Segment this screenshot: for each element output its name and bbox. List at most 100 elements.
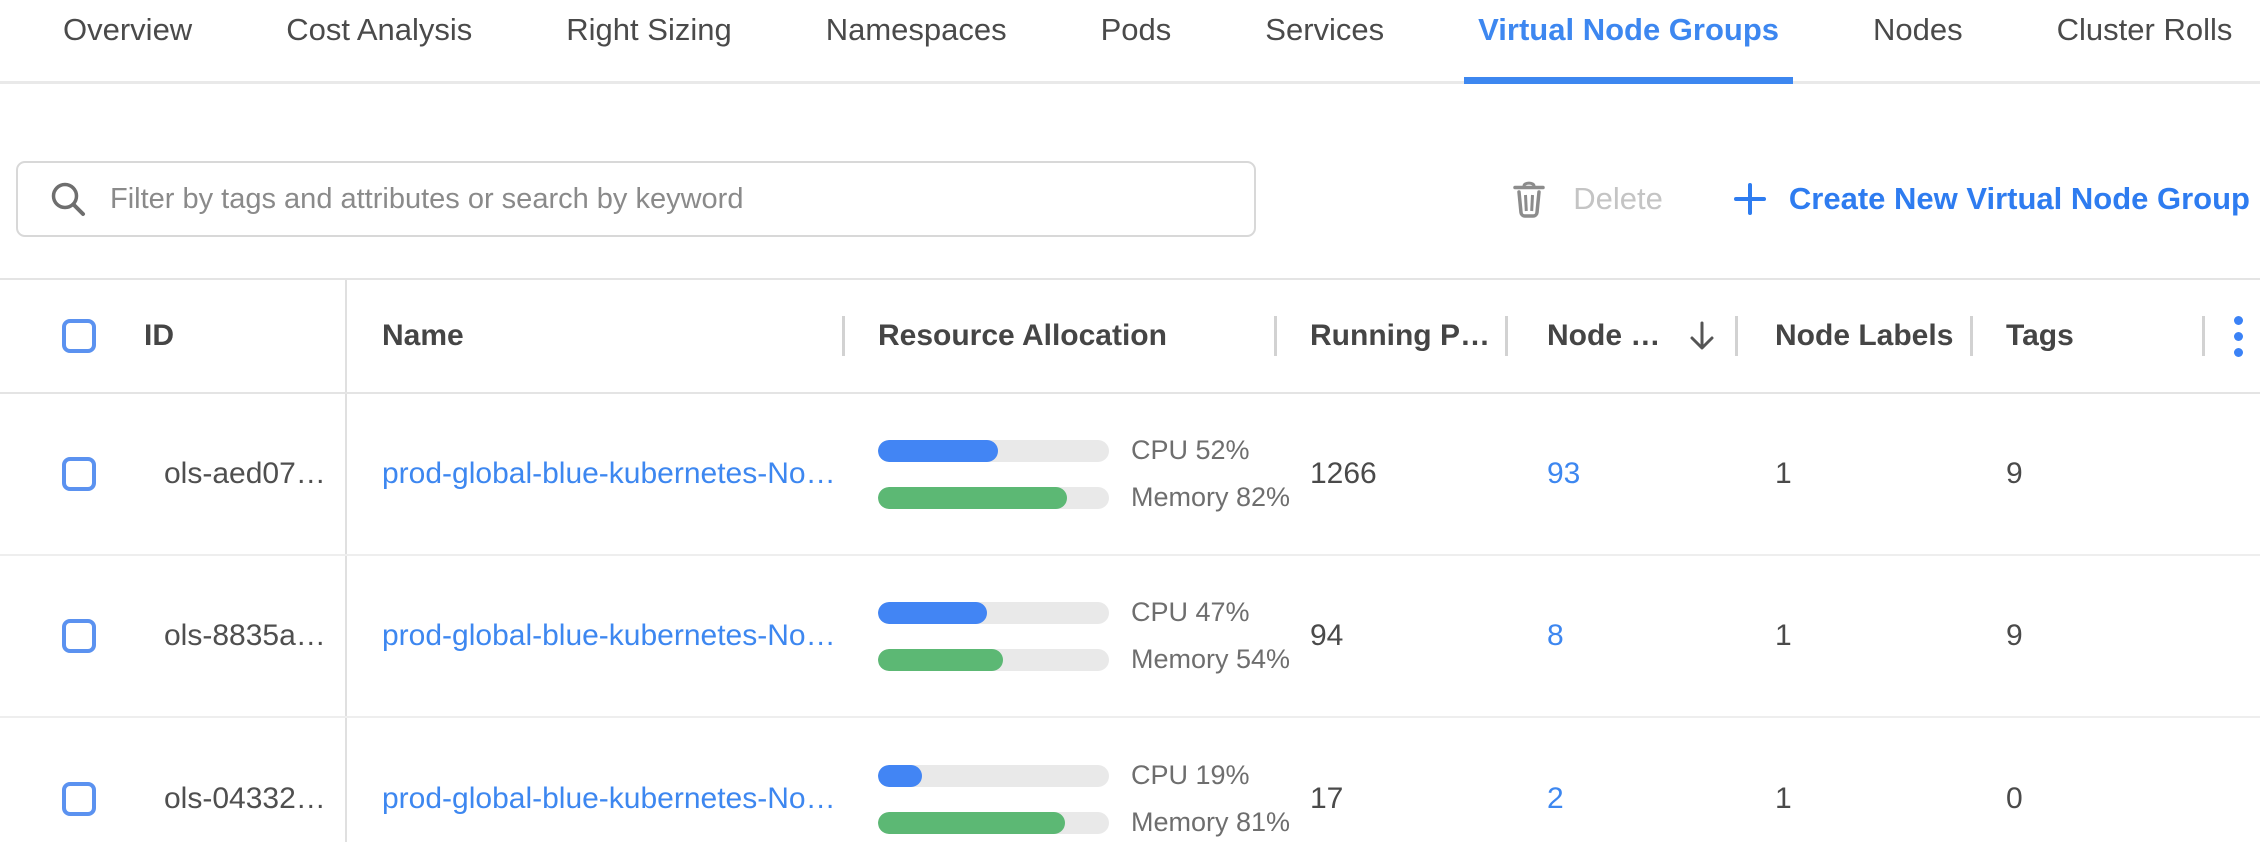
node-group-name-link[interactable]: prod-global-blue-kubernetes-No… <box>382 457 836 491</box>
memory-bar <box>878 812 1109 834</box>
tab-services[interactable]: Services <box>1251 0 1398 81</box>
delete-button[interactable]: Delete <box>1511 179 1663 219</box>
row-name-cell: prod-global-blue-kubernetes-No… <box>347 556 842 716</box>
cpu-label: CPU 47% <box>1131 597 1250 628</box>
filter-search-box[interactable] <box>16 161 1256 237</box>
row-resource-allocation-cell: CPU 19% Memory 81% <box>842 718 1274 842</box>
memory-bar <box>878 487 1109 509</box>
row-nodes-cell: 2 <box>1505 718 1735 842</box>
tags-value: 9 <box>2006 619 2023 653</box>
node-labels-value: 1 <box>1775 782 1792 816</box>
sort-descending-arrow-icon[interactable] <box>1688 320 1716 352</box>
node-group-name-link[interactable]: prod-global-blue-kubernetes-No… <box>382 782 836 816</box>
header-node-labels-label: Node Labels <box>1775 319 1953 353</box>
row-id-value: ols-8835a… <box>164 619 326 653</box>
row-resource-allocation-cell: CPU 52% Memory 82% <box>842 394 1274 554</box>
row-running-pods-cell: 94 <box>1274 556 1505 716</box>
cpu-bar <box>878 440 1109 462</box>
nodes-count-link[interactable]: 2 <box>1547 782 1564 816</box>
filter-search-input[interactable] <box>110 183 1230 216</box>
row-running-pods-cell: 1266 <box>1274 394 1505 554</box>
create-button-label: Create New Virtual Node Group <box>1789 181 2250 217</box>
header-tags-label: Tags <box>2006 319 2074 353</box>
tab-nodes[interactable]: Nodes <box>1859 0 1977 81</box>
toolbar-actions: Delete Create New Virtual Node Group <box>1511 161 2250 237</box>
cpu-label: CPU 19% <box>1131 760 1250 791</box>
row-id-cell: ols-8835a… <box>0 556 347 716</box>
tab-pods[interactable]: Pods <box>1087 0 1186 81</box>
row-nodes-cell: 8 <box>1505 556 1735 716</box>
tab-cluster-rolls[interactable]: Cluster Rolls <box>2043 0 2247 81</box>
plus-icon <box>1733 182 1767 216</box>
tab-bar: Overview Cost Analysis Right Sizing Name… <box>0 0 2260 84</box>
memory-bar <box>878 649 1109 671</box>
row-checkbox[interactable] <box>62 457 96 491</box>
memory-label: Memory 82% <box>1131 482 1290 513</box>
tab-cost-analysis[interactable]: Cost Analysis <box>272 0 486 81</box>
table-row: ols-04332… prod-global-blue-kubernetes-N… <box>0 718 2260 842</box>
row-menu-cell <box>2202 718 2260 842</box>
row-node-labels-cell: 1 <box>1735 394 1970 554</box>
virtual-node-groups-page: Overview Cost Analysis Right Sizing Name… <box>0 0 2260 842</box>
nodes-count-link[interactable]: 8 <box>1547 619 1564 653</box>
memory-label: Memory 54% <box>1131 644 1290 675</box>
trash-icon <box>1511 179 1547 219</box>
table-row: ols-8835a… prod-global-blue-kubernetes-N… <box>0 556 2260 718</box>
memory-label: Memory 81% <box>1131 807 1290 838</box>
header-running-pods-label: Running P… <box>1310 319 1490 353</box>
header-nodes-cell[interactable]: Node … <box>1505 280 1735 392</box>
search-icon <box>48 179 88 219</box>
tab-right-sizing[interactable]: Right Sizing <box>552 0 745 81</box>
row-id-cell: ols-04332… <box>0 718 347 842</box>
virtual-node-groups-table: ID Name Resource Allocation Running P… N… <box>0 278 2260 842</box>
header-tags-cell: Tags <box>1970 280 2202 392</box>
table-header: ID Name Resource Allocation Running P… N… <box>0 280 2260 394</box>
delete-button-label: Delete <box>1573 181 1663 217</box>
row-tags-cell: 9 <box>1970 556 2202 716</box>
cpu-bar <box>878 765 1109 787</box>
row-node-labels-cell: 1 <box>1735 556 1970 716</box>
row-checkbox[interactable] <box>62 782 96 816</box>
row-resource-allocation-cell: CPU 47% Memory 54% <box>842 556 1274 716</box>
tags-value: 9 <box>2006 457 2023 491</box>
tab-virtual-node-groups[interactable]: Virtual Node Groups <box>1464 0 1793 81</box>
row-id-value: ols-aed07… <box>164 457 326 491</box>
row-nodes-cell: 93 <box>1505 394 1735 554</box>
running-pods-value: 17 <box>1310 782 1343 816</box>
create-virtual-node-group-button[interactable]: Create New Virtual Node Group <box>1733 181 2250 217</box>
row-checkbox[interactable] <box>62 619 96 653</box>
header-id-label: ID <box>144 319 174 353</box>
header-resource-allocation-label: Resource Allocation <box>878 319 1167 353</box>
row-menu-cell <box>2202 556 2260 716</box>
node-labels-value: 1 <box>1775 619 1792 653</box>
row-id-value: ols-04332… <box>164 782 326 816</box>
node-labels-value: 1 <box>1775 457 1792 491</box>
nodes-count-link[interactable]: 93 <box>1547 457 1580 491</box>
header-running-pods-cell: Running P… <box>1274 280 1505 392</box>
row-running-pods-cell: 17 <box>1274 718 1505 842</box>
table-row: ols-aed07… prod-global-blue-kubernetes-N… <box>0 394 2260 556</box>
node-group-name-link[interactable]: prod-global-blue-kubernetes-No… <box>382 619 836 653</box>
row-tags-cell: 0 <box>1970 718 2202 842</box>
cpu-label: CPU 52% <box>1131 435 1250 466</box>
header-id-cell: ID <box>0 280 347 392</box>
header-resource-allocation-cell: Resource Allocation <box>842 280 1274 392</box>
running-pods-value: 1266 <box>1310 457 1377 491</box>
row-menu-cell <box>2202 394 2260 554</box>
header-name-cell: Name <box>347 280 842 392</box>
header-menu-cell <box>2202 280 2260 392</box>
header-node-labels-cell: Node Labels <box>1735 280 1970 392</box>
row-name-cell: prod-global-blue-kubernetes-No… <box>347 394 842 554</box>
toolbar: Delete Create New Virtual Node Group <box>0 161 2260 237</box>
header-nodes-label: Node … <box>1547 319 1660 353</box>
select-all-checkbox[interactable] <box>62 319 96 353</box>
row-name-cell: prod-global-blue-kubernetes-No… <box>347 718 842 842</box>
column-options-kebab-icon[interactable] <box>2228 310 2249 363</box>
tab-overview[interactable]: Overview <box>49 0 206 81</box>
tab-namespaces[interactable]: Namespaces <box>812 0 1021 81</box>
row-id-cell: ols-aed07… <box>0 394 347 554</box>
running-pods-value: 94 <box>1310 619 1343 653</box>
tags-value: 0 <box>2006 782 2023 816</box>
row-node-labels-cell: 1 <box>1735 718 1970 842</box>
cpu-bar <box>878 602 1109 624</box>
